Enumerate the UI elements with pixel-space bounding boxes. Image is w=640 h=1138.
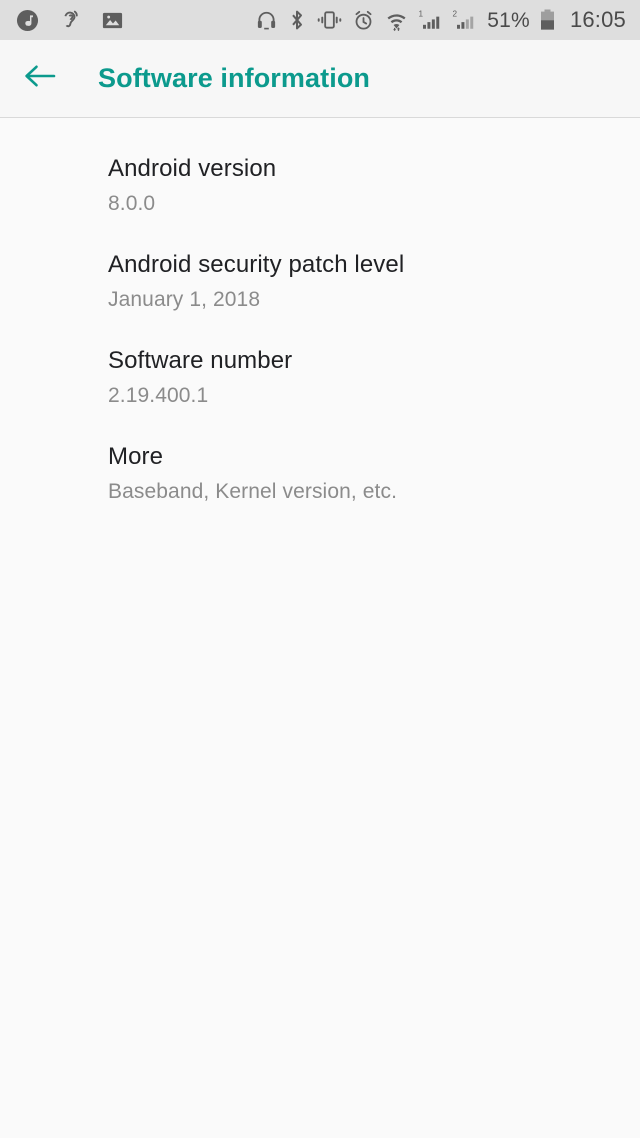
list-item-title: Software number: [108, 347, 293, 374]
list-item-subtitle: 8.0.0: [108, 192, 156, 215]
image-icon: [101, 9, 124, 32]
list-item-more[interactable]: More Baseband, Kernel version, etc.: [0, 426, 640, 522]
svg-text:1: 1: [419, 10, 424, 19]
list-item-security-patch-level[interactable]: Android security patch level January 1, …: [0, 234, 640, 330]
music-note-icon: [16, 9, 39, 32]
page-title: Software information: [98, 63, 371, 93]
status-bar-left-icons: [16, 8, 144, 32]
signal-sim1-icon: 1: [418, 8, 443, 32]
list-item-subtitle: 2.19.400.1: [108, 384, 209, 407]
battery-percent-label: 51%: [487, 8, 530, 32]
hearing-aid-icon: [59, 8, 81, 32]
list-item-title: Android version: [108, 155, 277, 182]
list-item-title: More: [108, 443, 164, 470]
svg-text:2: 2: [453, 10, 458, 19]
back-button[interactable]: [10, 49, 70, 109]
list-item-subtitle: Baseband, Kernel version, etc.: [108, 480, 398, 503]
vibrate-icon: [316, 9, 343, 31]
wifi-icon: [384, 9, 409, 32]
status-bar-right-icons: 1 2 51% 16:05: [246, 8, 626, 32]
alarm-clock-icon: [352, 9, 375, 32]
signal-sim2-icon: 2: [452, 8, 477, 32]
settings-list: Android version 8.0.0 Android security p…: [0, 118, 640, 1137]
list-item-title: Android security patch level: [108, 251, 405, 278]
status-bar[interactable]: 1 2 51% 16:05: [0, 0, 640, 40]
headphones-icon: [255, 9, 278, 32]
bluetooth-icon: [287, 8, 307, 32]
list-item-software-number[interactable]: Software number 2.19.400.1: [0, 330, 640, 426]
back-arrow-icon: [23, 61, 57, 96]
list-item-subtitle: January 1, 2018: [108, 288, 261, 311]
battery-icon: [539, 8, 556, 32]
status-bar-clock: 16:05: [569, 7, 626, 32]
list-item-android-version[interactable]: Android version 8.0.0: [0, 138, 640, 234]
app-bar: Software information: [0, 40, 640, 118]
